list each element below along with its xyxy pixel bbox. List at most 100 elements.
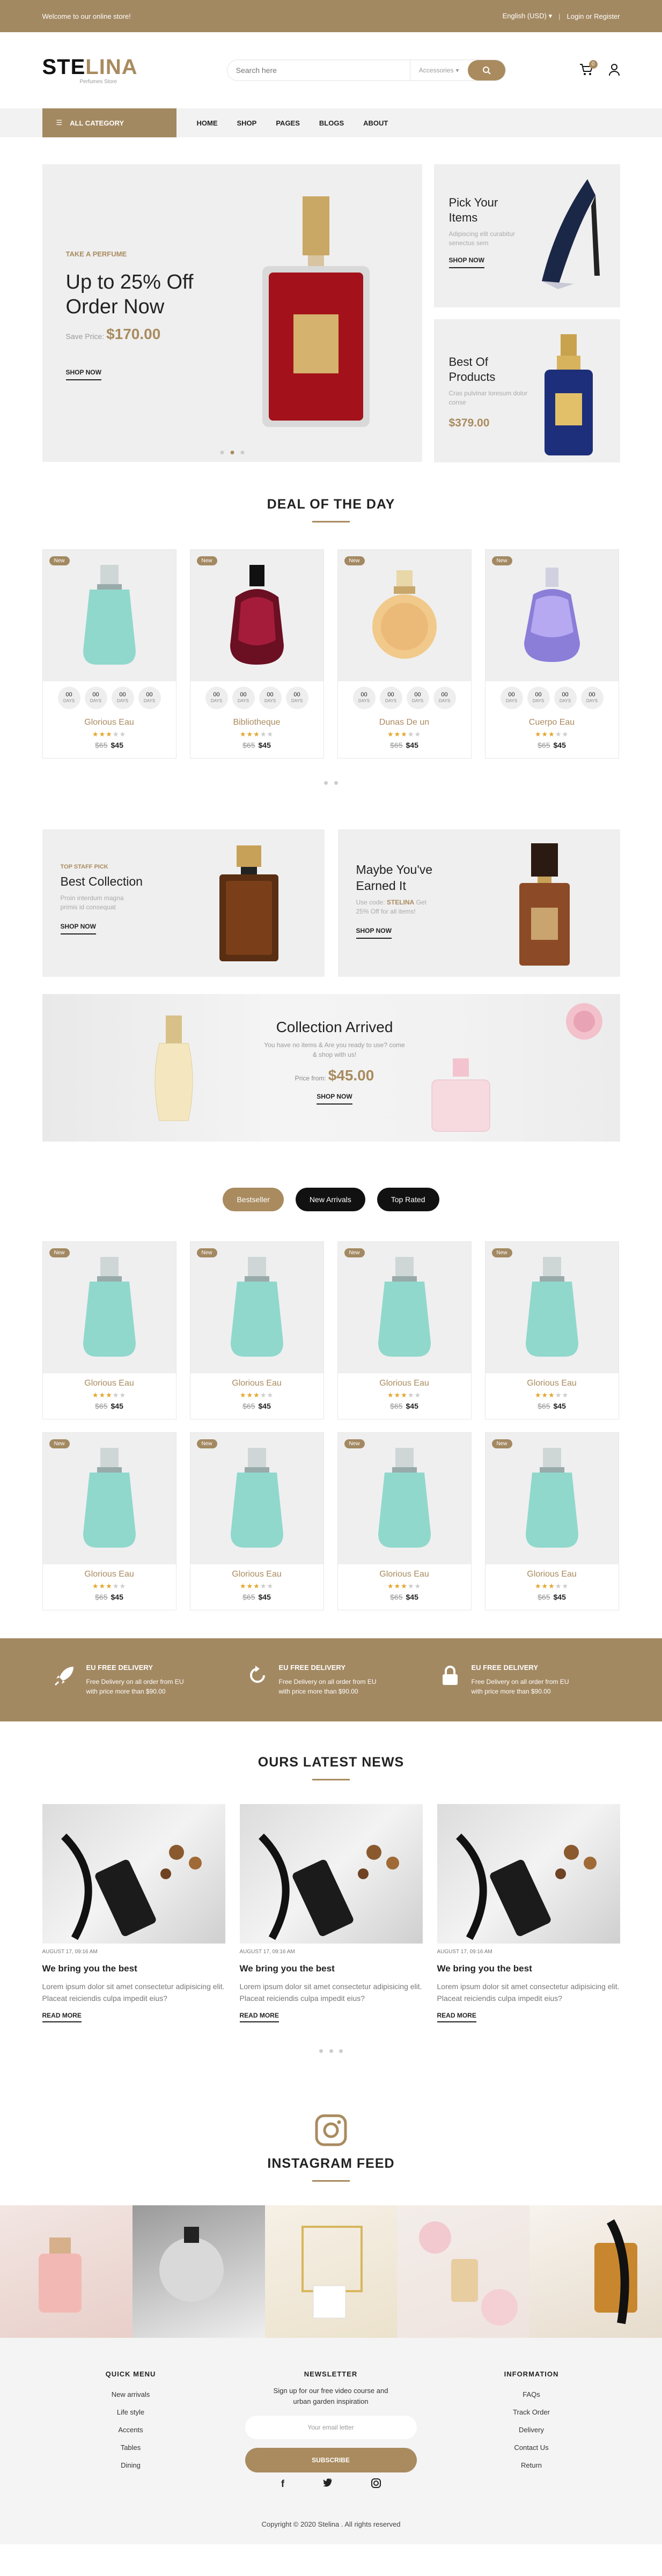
all-category-button[interactable]: ☰ ALL CATEGORY (42, 108, 176, 137)
search-input[interactable] (227, 60, 410, 80)
product-name[interactable]: Glorious Eau (338, 1570, 471, 1579)
collection-shop-now-link[interactable]: SHOP NOW (317, 1093, 352, 1105)
news-title[interactable]: We bring you the best (42, 1963, 225, 1974)
pick-items-shop-link[interactable]: SHOP NOW (448, 256, 484, 268)
subscribe-button[interactable]: SUBSCRIBE (245, 2448, 417, 2472)
product-name[interactable]: Dunas De un (338, 718, 471, 727)
nav-shop[interactable]: SHOP (237, 119, 257, 127)
slider-dot-active[interactable] (230, 451, 234, 454)
footer-link[interactable]: Delivery (443, 2421, 620, 2439)
footer-link[interactable]: Tables (42, 2439, 219, 2456)
footer-link[interactable]: Life style (42, 2403, 219, 2421)
slider-dot[interactable] (324, 781, 328, 785)
product-card[interactable]: New Glorious Eau ★★★★★ $65 $45 (42, 1241, 176, 1419)
nav-pages[interactable]: PAGES (276, 119, 300, 127)
instagram-photo[interactable] (529, 2205, 662, 2338)
product-name[interactable]: Glorious Eau (43, 1379, 176, 1388)
product-card[interactable]: New Glorious Eau ★★★★★ $65 $45 (337, 1241, 472, 1419)
product-name[interactable]: Glorious Eau (486, 1570, 619, 1579)
slider-dot[interactable] (240, 451, 244, 454)
product-card[interactable]: New Glorious Eau ★★★★★ $65 $45 (42, 1432, 176, 1610)
product-card[interactable]: New 00 DAYS 00 DAYS 00 DAYS 00 DAYS Dunas De… (337, 549, 472, 759)
read-more-link[interactable]: READ MORE (239, 2012, 279, 2022)
nav-home[interactable]: HOME (197, 119, 218, 127)
product-name[interactable]: Glorious Eau (190, 1570, 323, 1579)
twitter-icon[interactable] (323, 2478, 333, 2487)
nav-blogs[interactable]: BLOGS (319, 119, 344, 127)
news-image[interactable] (437, 1804, 620, 1944)
read-more-link[interactable]: READ MORE (437, 2012, 476, 2022)
product-card[interactable]: New Glorious Eau ★★★★★ $65 $45 (337, 1432, 472, 1610)
footer-link[interactable]: FAQs (443, 2386, 620, 2403)
slider-dot[interactable] (329, 2049, 333, 2053)
hero-section: TAKE A PERFUME Up to 25% Off Order Now S… (42, 164, 620, 462)
feature-title: EU FREE DELIVERY (86, 1664, 153, 1672)
hero-shop-now-link[interactable]: SHOP NOW (65, 369, 101, 380)
product-name[interactable]: Glorious Eau (486, 1379, 619, 1388)
news-title[interactable]: We bring you the best (437, 1963, 620, 1974)
slider-dot[interactable] (319, 2049, 323, 2053)
product-card[interactable]: New Glorious Eau ★★★★★ $65 $45 (189, 1432, 324, 1610)
instagram-photo[interactable] (132, 2205, 265, 2338)
product-card[interactable]: New Glorious Eau ★★★★★ $65 $45 (484, 1241, 619, 1419)
divider: | (558, 12, 561, 20)
read-more-link[interactable]: READ MORE (42, 2012, 82, 2022)
instagram-photo[interactable] (397, 2205, 530, 2338)
slider-dot[interactable] (334, 781, 338, 785)
logo[interactable]: STELINA Perfumes Store (42, 56, 138, 85)
slider-dot[interactable] (220, 451, 224, 454)
product-price: $65 $45 (43, 741, 176, 749)
product-price: $65 $45 (486, 1402, 619, 1410)
slider-dot[interactable] (339, 2049, 343, 2053)
news-title[interactable]: We bring you the best (240, 1963, 423, 1974)
search-button[interactable] (467, 60, 505, 80)
brown-perfume-bottle-image (519, 843, 570, 966)
product-card[interactable]: New Glorious Eau ★★★★★ $65 $45 (189, 1241, 324, 1419)
timer-days: 00 DAYS (554, 687, 577, 709)
instagram-icon[interactable] (371, 2478, 381, 2488)
instagram-photo[interactable] (264, 2205, 398, 2338)
product-name[interactable]: Glorious Eau (43, 718, 176, 727)
product-name[interactable]: Glorious Eau (190, 1379, 323, 1388)
feature-title: EU FREE DELIVERY (471, 1664, 538, 1672)
footer-link[interactable]: New arrivals (42, 2386, 219, 2403)
language-selector[interactable]: English (USD) ▾ (503, 12, 553, 20)
footer-link[interactable]: Return (443, 2456, 620, 2474)
product-card[interactable]: New Glorious Eau ★★★★★ $65 $45 (484, 1432, 619, 1610)
promo-shop-now-link[interactable]: SHOP NOW (60, 923, 96, 934)
footer-link[interactable]: Contact Us (443, 2439, 620, 2456)
refresh-icon (249, 1666, 265, 1683)
product-card[interactable]: New 00 DAYS 00 DAYS 00 DAYS 00 DAYS Biblioth… (189, 549, 324, 759)
promo-desc: Use code: STELINA Get 25% Off for all it… (356, 899, 426, 915)
countdown-timer: 00 DAYS 00 DAYS 00 DAYS 00 DAYS (190, 681, 323, 712)
tab-new-arrivals[interactable]: New Arrivals (295, 1188, 365, 1211)
nav-about[interactable]: ABOUT (363, 119, 388, 127)
high-heel-image (541, 179, 600, 289)
account-button[interactable] (608, 63, 620, 78)
cart-button[interactable]: 0 (579, 60, 598, 78)
instagram-icon[interactable] (314, 2114, 348, 2147)
product-name[interactable]: Glorious Eau (43, 1570, 176, 1579)
footer-link[interactable]: Accents (42, 2421, 219, 2439)
promo-shop-now-link[interactable]: SHOP NOW (356, 927, 392, 939)
tab-bestseller[interactable]: Bestseller (223, 1188, 284, 1211)
newsletter-email-input[interactable]: Your email letter (245, 2416, 417, 2439)
tab-top-rated[interactable]: Top Rated (377, 1188, 439, 1211)
news-image[interactable] (239, 1804, 423, 1944)
facebook-icon[interactable]: f (281, 2478, 284, 2490)
old-price: $65 (242, 1593, 255, 1601)
product-name[interactable]: Glorious Eau (338, 1379, 471, 1388)
news-image[interactable] (42, 1804, 225, 1944)
category-select[interactable]: Accessories ▾ (409, 60, 468, 80)
product-name[interactable]: Cuerpo Eau (486, 718, 619, 727)
countdown-timer: 00 DAYS 00 DAYS 00 DAYS 00 DAYS (486, 681, 619, 712)
product-name[interactable]: Bibliotheque (190, 718, 323, 727)
footer-link[interactable]: Track Order (443, 2403, 620, 2421)
footer-link[interactable]: Dining (42, 2456, 219, 2474)
product-card[interactable]: New 00 DAYS 00 DAYS 00 DAYS 00 DAYS Glorious… (42, 549, 176, 759)
feature-item: EU FREE DELIVERY Free Delivery on all ord… (235, 1664, 428, 1696)
hero-title: Up to 25% Off Order Now (65, 271, 194, 318)
instagram-photo[interactable] (0, 2205, 133, 2338)
login-register-link[interactable]: Login or Register (567, 12, 620, 20)
product-card[interactable]: New 00 DAYS 00 DAYS 00 DAYS 00 DAYS Cuerpo E… (484, 549, 619, 759)
